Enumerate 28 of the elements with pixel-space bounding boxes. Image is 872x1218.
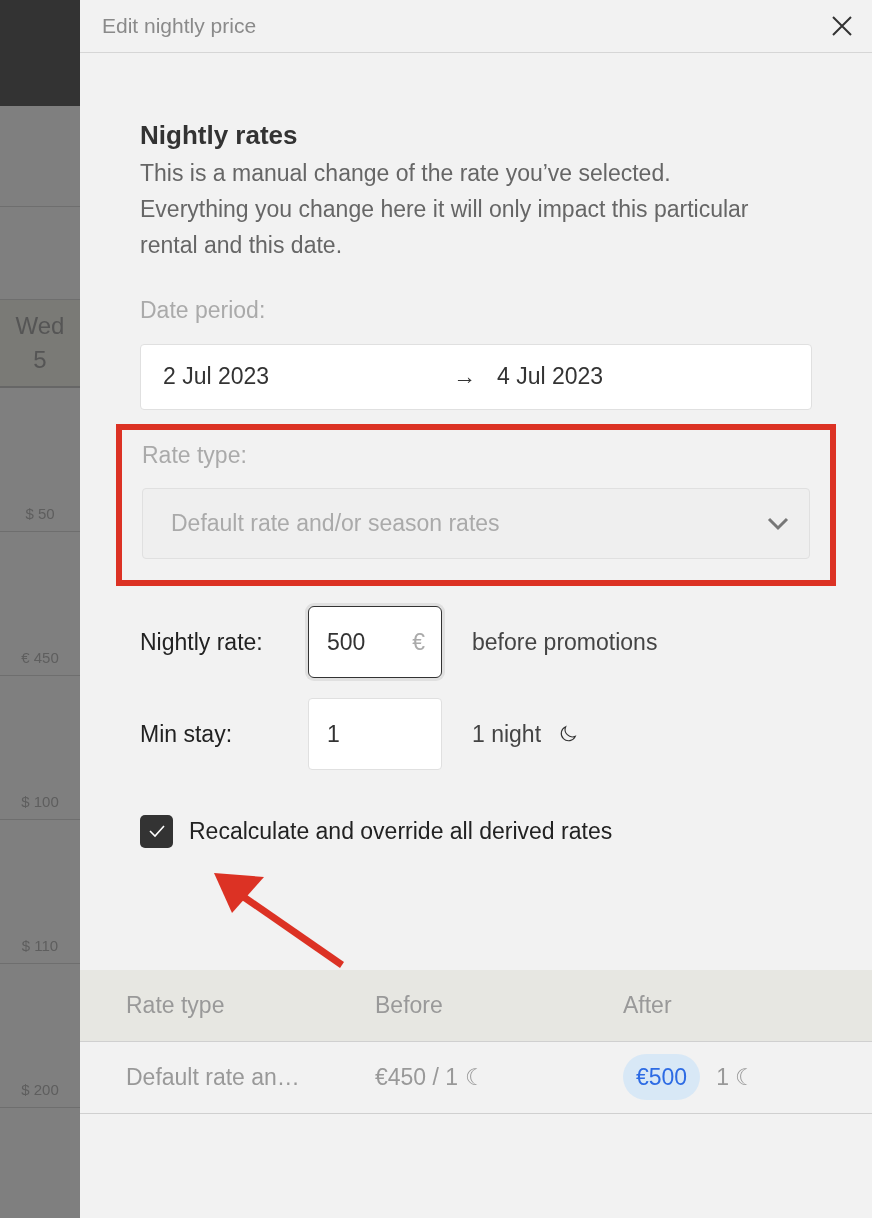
column-header: Rate type: [126, 990, 226, 1020]
currency-symbol: €: [412, 627, 425, 657]
checkbox-label: Recalculate and override all derived rates: [189, 817, 613, 846]
column-header: Before: [375, 990, 444, 1020]
checkbox[interactable]: [140, 814, 173, 848]
table-cell-text: 1 ☾: [716, 1062, 757, 1092]
chevron-down-icon: [767, 516, 789, 531]
field-label: Rate type:: [142, 440, 248, 470]
price-badge: €500: [623, 1053, 701, 1101]
field-label: Nightly rate:: [140, 627, 264, 657]
table-cell-text: Default rate an…: [126, 1062, 301, 1092]
nightly-rate-input[interactable]: 500 €: [308, 606, 442, 678]
min-stay-input[interactable]: 1: [308, 698, 442, 770]
range-arrow: →: [453, 362, 477, 392]
section-heading: Nightly rates: [140, 119, 299, 151]
table-cell-text: €450 / 1 ☾: [375, 1062, 487, 1092]
dialog-title: Edit nightly price: [102, 13, 257, 40]
description-text: This is a manual change of the rate you’ve selected. Everything you change here it will only impact this particular rental and this date.: [140, 159, 750, 260]
check-icon: [147, 824, 166, 839]
field-note: before promotions: [472, 627, 658, 657]
field-note: 1 night: [472, 719, 542, 749]
field-label: Min stay:: [140, 719, 234, 749]
start-date: 2 Jul 2023: [163, 362, 271, 392]
field-label: Date period:: [140, 296, 267, 325]
end-date: 4 Jul 2023: [497, 362, 604, 392]
column-header: After: [623, 990, 673, 1020]
close-icon: [831, 15, 853, 37]
date-range-field[interactable]: 2 Jul 2023 → 4 Jul 2023: [140, 343, 812, 410]
